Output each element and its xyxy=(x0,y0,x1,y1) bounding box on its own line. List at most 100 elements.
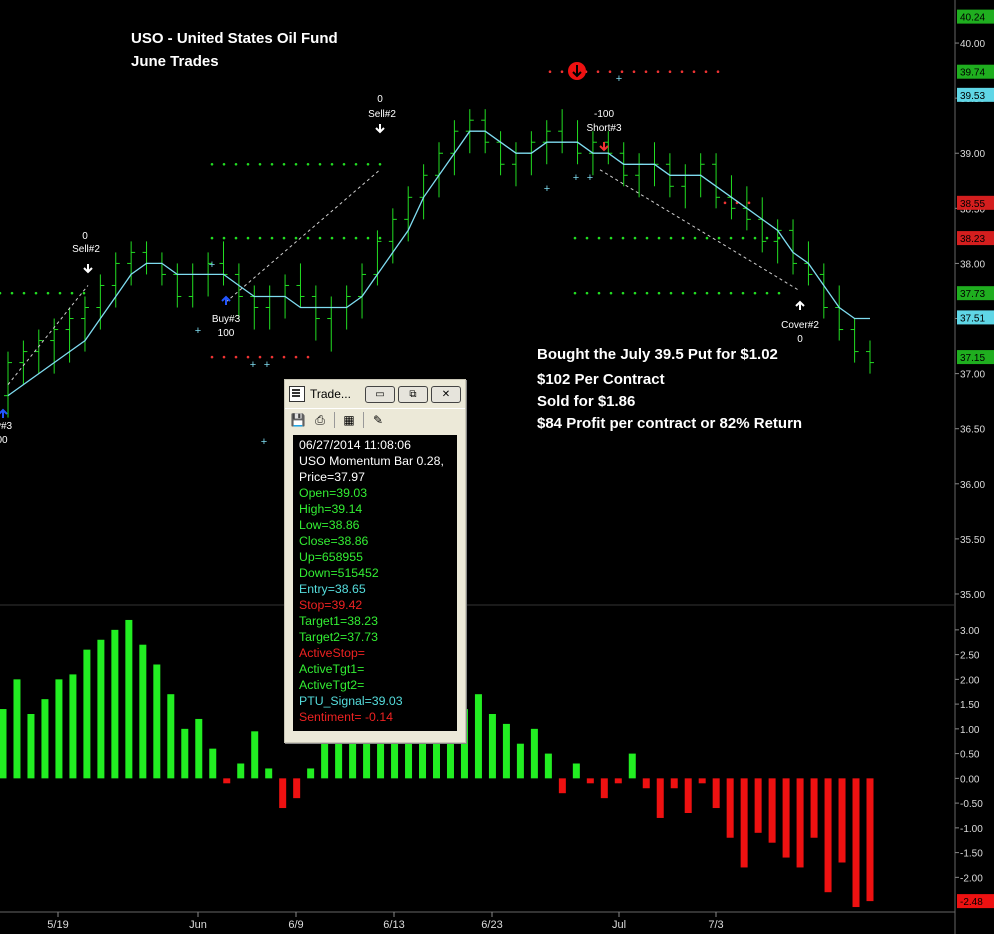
momentum-bar xyxy=(516,743,524,779)
price-label: 38.55 xyxy=(960,199,985,210)
stop-level-dot xyxy=(258,162,262,166)
stop-level-dot xyxy=(657,291,661,295)
sell-arrow-icon xyxy=(83,264,93,274)
stop-level-dot xyxy=(306,355,310,359)
stop-level-dot xyxy=(585,291,589,295)
trade-marker-label: -100 xyxy=(594,109,614,120)
stop-level-dot xyxy=(258,355,262,359)
stop-level-dot xyxy=(318,162,322,166)
cross-marker: + xyxy=(261,436,267,448)
momentum-tick-label: -2.00 xyxy=(960,873,983,884)
momentum-tick-label: 1.00 xyxy=(960,725,980,736)
price-tick-label: 36.00 xyxy=(960,480,985,491)
stop-level-dot xyxy=(747,201,751,205)
momentum-tick-label: -1.50 xyxy=(960,849,983,860)
stop-level-dot xyxy=(633,236,637,240)
trade-info-line: ActiveStop= xyxy=(299,646,365,660)
price-bar xyxy=(96,274,105,330)
price-tick-label: 37.00 xyxy=(960,370,985,381)
trade-info-line: PTU_Signal=39.03 xyxy=(299,694,403,708)
price-bar xyxy=(19,340,28,385)
grid-icon[interactable]: ▦ xyxy=(341,413,357,427)
momentum-bar xyxy=(670,778,678,789)
trade-info-line: USO Momentum Bar 0.28, xyxy=(299,454,444,468)
stop-level-dot xyxy=(234,236,238,240)
stop-level-dot xyxy=(270,162,274,166)
stop-level-dot xyxy=(753,291,757,295)
momentum-bar xyxy=(474,694,482,779)
momentum-tick-label: 2.50 xyxy=(960,651,980,662)
stop-level-dot xyxy=(46,291,50,295)
trade-info-line: Close=38.86 xyxy=(299,534,369,548)
stop-level-dot xyxy=(596,70,600,74)
price-bar xyxy=(866,340,874,374)
stop-level-dot xyxy=(234,355,238,359)
price-label: 37.73 xyxy=(960,289,985,300)
stop-level-dot xyxy=(669,236,673,240)
momentum-bar xyxy=(223,778,231,784)
cross-marker: + xyxy=(250,359,256,371)
stop-level-dot xyxy=(765,236,769,240)
x-tick-label: 7/3 xyxy=(708,919,723,931)
stop-level-dot xyxy=(621,236,625,240)
price-label: 37.15 xyxy=(960,353,985,364)
momentum-bar xyxy=(111,629,119,779)
momentum-bar xyxy=(55,679,63,779)
stop-level-dot xyxy=(222,162,226,166)
x-tick-label: 6/13 xyxy=(383,919,404,931)
stop-level-dot xyxy=(645,291,649,295)
stop-level-dot xyxy=(621,291,625,295)
momentum-bar xyxy=(754,778,762,833)
momentum-bar xyxy=(265,768,273,779)
price-bar xyxy=(265,285,274,330)
cross-marker: + xyxy=(195,325,201,337)
trade-info-line: Low=38.86 xyxy=(299,518,360,532)
momentum-bar xyxy=(321,743,329,779)
print-icon[interactable]: ⎙ xyxy=(312,413,328,427)
stop-level-dot xyxy=(246,236,250,240)
stop-level-dot xyxy=(222,236,226,240)
trade-marker-label: 100 xyxy=(218,328,235,339)
stop-level-dot xyxy=(608,70,612,74)
window-titlebar[interactable]: Trade... ▭ ⧉ ✕ xyxy=(285,380,465,408)
stop-level-dot xyxy=(705,236,709,240)
stop-level-dot xyxy=(294,162,298,166)
price-bar xyxy=(789,219,798,275)
stop-level-dot xyxy=(354,162,358,166)
momentum-bar xyxy=(209,748,217,779)
trade-info-line: Stop=39.42 xyxy=(299,598,363,612)
minimize-button[interactable]: ▭ xyxy=(365,385,395,403)
price-bar xyxy=(142,241,151,275)
price-bar xyxy=(558,109,567,154)
stop-level-dot xyxy=(58,291,62,295)
stop-level-dot xyxy=(741,291,745,295)
price-bar xyxy=(712,153,721,209)
stop-level-dot xyxy=(246,162,250,166)
price-bar xyxy=(296,263,305,308)
stop-level-dot xyxy=(548,70,552,74)
momentum-bar xyxy=(852,778,860,908)
trade-info-text: 06/27/2014 11:08:06 USO Momentum Bar 0.28… xyxy=(293,435,457,731)
momentum-bar xyxy=(614,778,622,784)
trade-note-3: Sold for $1.86 xyxy=(537,393,636,410)
restore-button[interactable]: ⧉ xyxy=(398,385,428,403)
save-icon[interactable]: 💾 xyxy=(290,413,306,427)
price-bar xyxy=(358,263,367,319)
stop-level-dot xyxy=(741,236,745,240)
chart-subtitle: June Trades xyxy=(131,53,219,70)
momentum-tick-label: -1.00 xyxy=(960,824,983,835)
momentum-bar xyxy=(97,639,105,779)
stop-level-dot xyxy=(378,162,382,166)
momentum-bar xyxy=(810,778,818,838)
stop-level-dot xyxy=(234,162,238,166)
trade-info-window[interactable]: Trade... ▭ ⧉ ✕ 💾 ⎙ ▦ ✎ 06/27/2014 11:08:… xyxy=(284,379,466,743)
trade-info-line: 06/27/2014 11:08:06 xyxy=(299,438,411,452)
stop-level-dot xyxy=(10,291,14,295)
momentum-bar xyxy=(293,778,301,799)
momentum-bar xyxy=(740,778,748,868)
close-button[interactable]: ✕ xyxy=(431,385,461,403)
properties-icon[interactable]: ✎ xyxy=(370,413,386,427)
momentum-bar xyxy=(558,778,566,794)
momentum-bar xyxy=(642,778,650,789)
price-bar xyxy=(496,131,505,176)
